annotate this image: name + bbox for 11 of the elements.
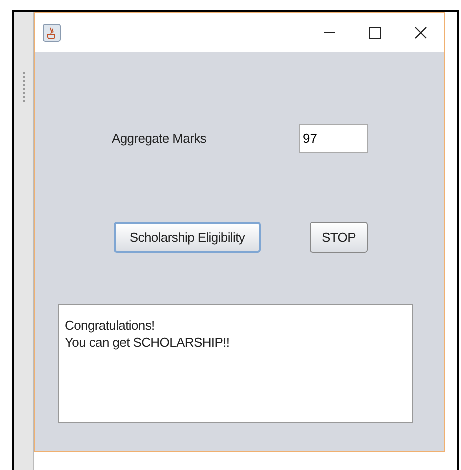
java-cup-icon (43, 24, 61, 42)
eligibility-button[interactable]: Scholarship Eligibility (114, 222, 261, 253)
output-area[interactable]: Congratulations! You can get SCHOLARSHIP!! (58, 304, 413, 423)
close-icon (415, 26, 427, 38)
marks-field[interactable]: 97 (299, 124, 368, 153)
stop-button[interactable]: STOP (310, 222, 368, 253)
output-line: Congratulations! (65, 317, 156, 334)
minimize-icon (324, 32, 334, 34)
output-line: You can get SCHOLARSHIP!! (65, 334, 231, 351)
marks-label: Aggregate Marks (112, 130, 208, 148)
maximize-icon (369, 26, 381, 38)
